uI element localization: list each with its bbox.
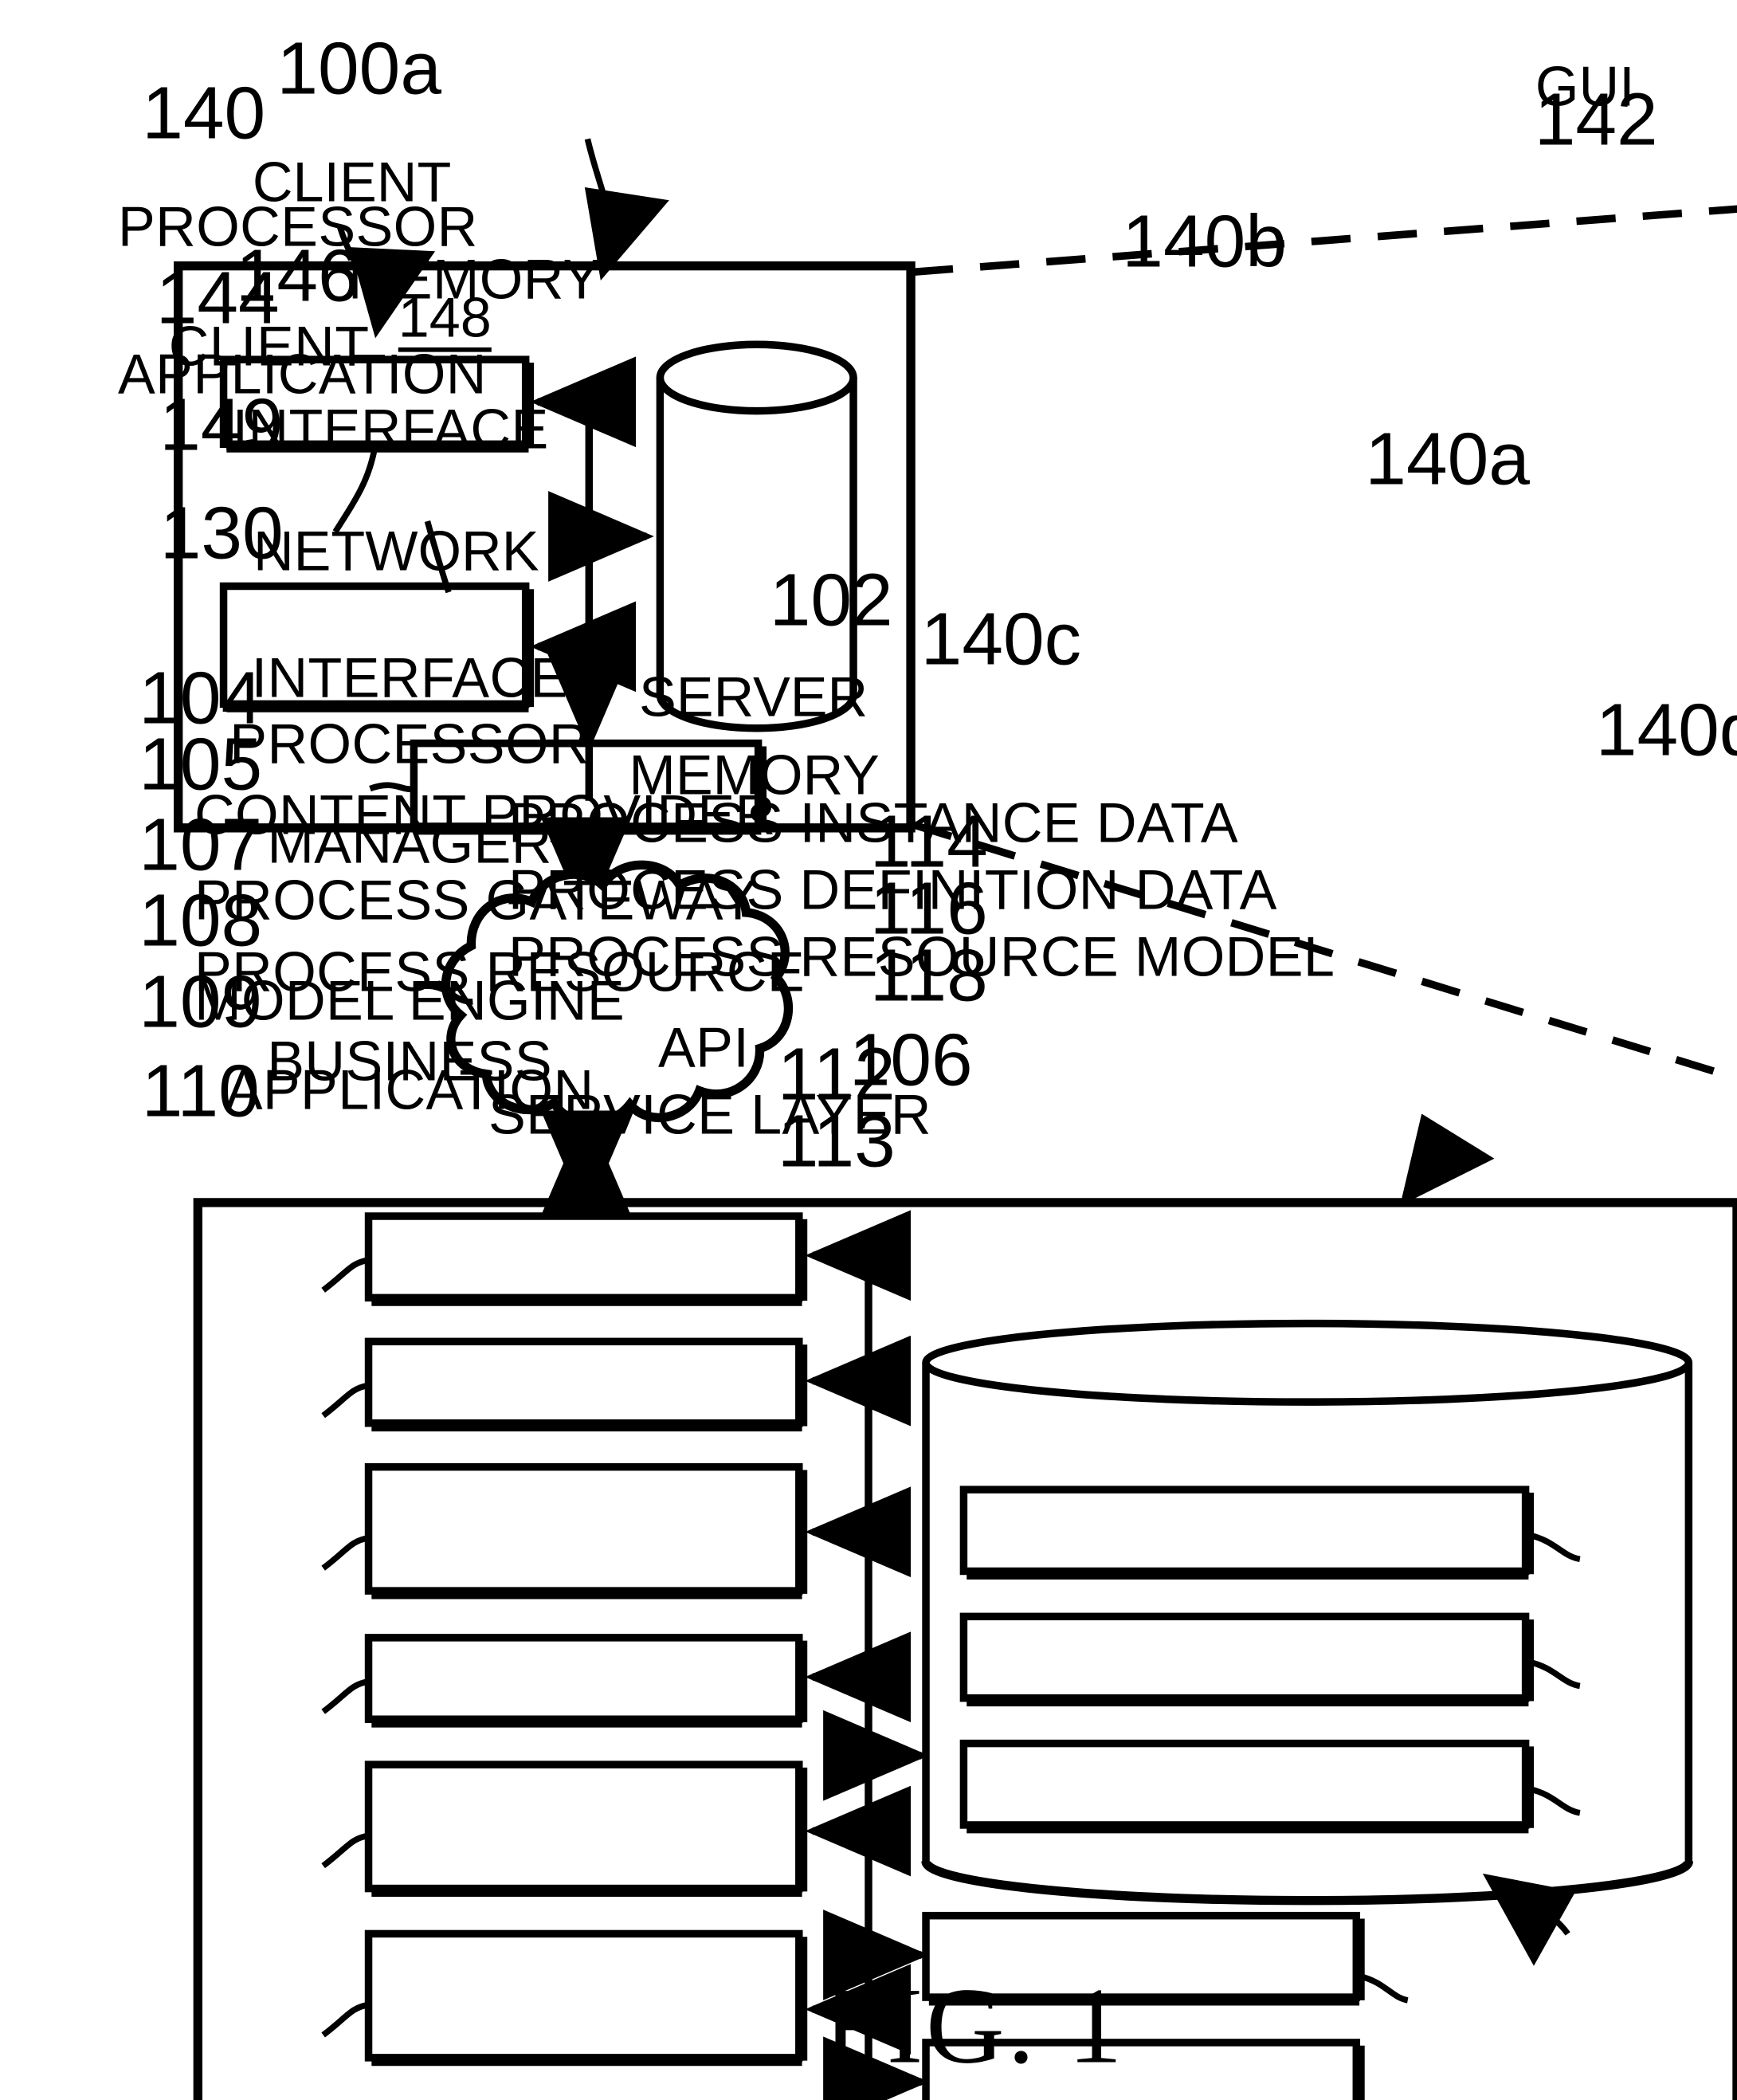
patent-figure: 100a 140 CLIENT PROCESSOR 144 CLIENT APP…	[0, 0, 1737, 2100]
ref-client-140: 140	[142, 73, 266, 155]
ref-desktop-140a: 140a	[1365, 419, 1530, 501]
ref-laptop-140b: 140b	[1122, 202, 1287, 284]
ref-113: 113	[777, 1101, 896, 1183]
ref-118: 118	[869, 936, 988, 1018]
ref-phone-140d: 140d	[1595, 690, 1737, 772]
ref-gui-142: 142	[1534, 80, 1658, 162]
ref-server-102: 102	[769, 560, 893, 642]
ref-149: 149	[159, 385, 284, 467]
server-title: SERVER	[639, 666, 868, 728]
ref-148: 148	[398, 287, 492, 349]
ref-110: 110	[141, 1051, 260, 1133]
ref-network-130: 130	[159, 493, 284, 575]
figure-caption: FIG. 1	[823, 1965, 1126, 2086]
